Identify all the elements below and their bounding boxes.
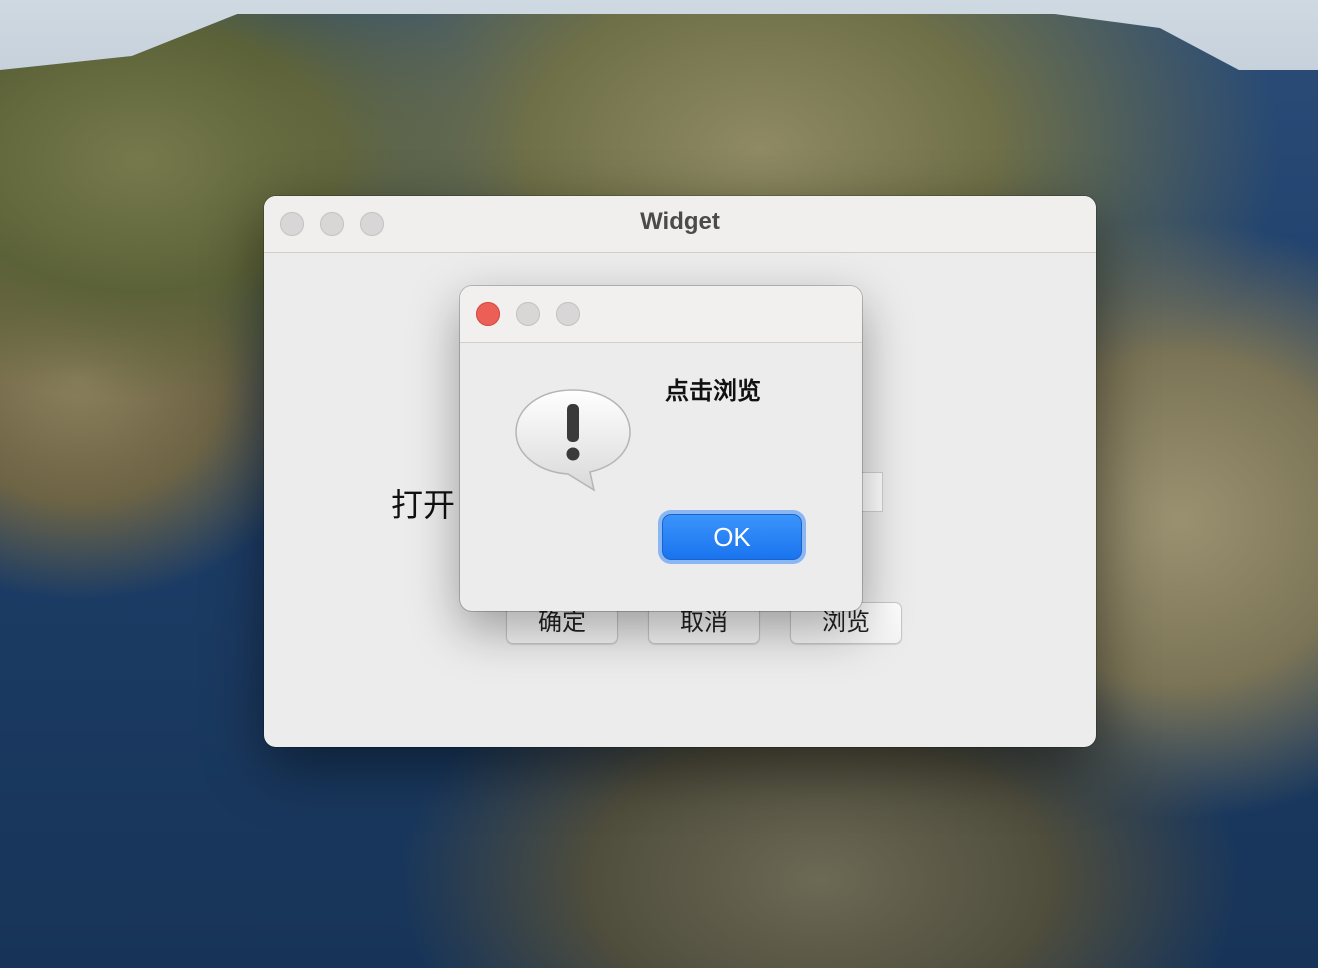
main-window-titlebar[interactable]: Widget [264,196,1096,253]
desktop-wallpaper: Widget 打开 确定 取消 浏览 点击浏览 OK [0,0,1318,968]
alert-dialog: 点击浏览 OK [460,286,862,611]
dialog-message: 点击浏览 [665,377,761,405]
dialog-close-button[interactable] [476,302,500,326]
dialog-zoom-button[interactable] [556,302,580,326]
open-label: 打开 [391,486,456,524]
wallpaper-sky [0,0,1318,70]
window-title: Widget [640,208,720,235]
exclamation-speech-bubble-icon [515,389,631,492]
ok-button[interactable]: OK [662,514,802,560]
dialog-titlebar[interactable] [460,286,862,343]
dialog-minimize-button[interactable] [516,302,540,326]
